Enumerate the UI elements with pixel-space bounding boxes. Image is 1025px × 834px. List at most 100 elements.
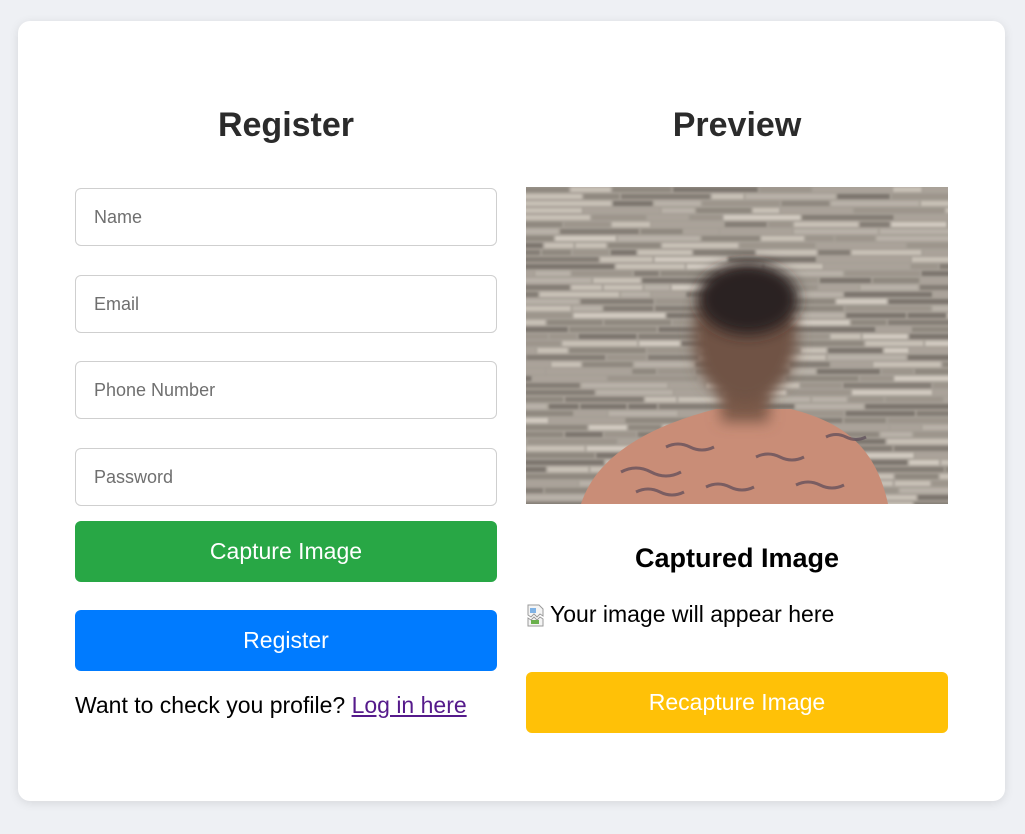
wall-stone [932, 306, 948, 311]
wall-stone [921, 201, 948, 206]
wall-stone [526, 425, 587, 430]
wall-stone [533, 376, 606, 381]
wall-stone [673, 187, 758, 192]
register-button[interactable]: Register [75, 610, 497, 671]
wall-stone [612, 187, 672, 192]
wall-stone [768, 222, 793, 227]
password-field[interactable] [75, 448, 497, 506]
wall-stone [945, 467, 948, 472]
wall-stone [547, 467, 589, 472]
wall-stone [824, 264, 910, 269]
wall-stone [894, 446, 948, 451]
wall-stone [933, 390, 948, 395]
wall-stone [526, 194, 582, 199]
wall-stone [526, 460, 604, 465]
wall-stone [526, 334, 548, 339]
wall-stone [570, 187, 611, 192]
wall-stone [526, 397, 564, 402]
wall-stone [819, 285, 859, 290]
email-field[interactable] [75, 275, 497, 333]
name-field[interactable] [75, 188, 497, 246]
wall-stone [539, 292, 619, 297]
wall-stone [816, 243, 905, 248]
wall-stone [544, 243, 574, 248]
wall-stone [632, 369, 656, 374]
wall-stone [845, 271, 920, 276]
wall-stone [526, 369, 545, 374]
wall-stone [617, 236, 700, 241]
wall-stone [657, 369, 694, 374]
capture-image-button[interactable]: Capture Image [75, 521, 497, 582]
captured-image-alt-text: Your image will appear here [550, 601, 835, 627]
wall-stone [712, 194, 744, 199]
wall-stone [581, 383, 668, 388]
wall-stone [689, 215, 722, 220]
wall-stone [526, 376, 532, 381]
wall-stone [535, 271, 571, 276]
wall-stone [638, 334, 699, 339]
wall-stone [526, 292, 538, 297]
wall-stone [674, 390, 722, 395]
broken-image-icon [526, 603, 548, 627]
wall-stone [526, 201, 612, 206]
wall-stone [836, 299, 887, 304]
wall-stone [818, 250, 850, 255]
wall-stone [526, 341, 561, 346]
wall-stone [526, 208, 582, 213]
wall-stone [845, 411, 915, 416]
wall-stone [885, 397, 943, 402]
wall-stone [912, 327, 948, 332]
wall-stone [569, 327, 657, 332]
wall-stone [526, 222, 563, 227]
wall-stone [860, 285, 918, 290]
wall-stone [526, 453, 595, 458]
wall-stone [835, 236, 875, 241]
wall-stone [526, 215, 591, 220]
wall-stone [604, 432, 636, 437]
wall-stone [801, 348, 827, 353]
wall-stone [910, 348, 948, 353]
wall-stone [887, 439, 948, 444]
wall-stone [899, 488, 948, 493]
wall-stone [564, 222, 610, 227]
wall-stone [893, 187, 922, 192]
wall-stone [580, 299, 654, 304]
register-card: Register Capture Image Register Want to … [18, 21, 1005, 801]
wall-stone [813, 187, 892, 192]
wall-stone [907, 243, 948, 248]
wall-stone [526, 257, 599, 262]
wall-stone [919, 285, 948, 290]
wall-stone [852, 390, 932, 395]
phone-number-field[interactable] [75, 361, 497, 419]
wall-stone [830, 334, 861, 339]
wall-stone [526, 348, 536, 353]
wall-stone [876, 236, 948, 241]
wall-stone [787, 390, 851, 395]
wall-stone [549, 334, 577, 339]
wall-stone [654, 201, 701, 206]
wall-stone [645, 397, 677, 402]
recapture-image-button[interactable]: Recapture Image [526, 672, 948, 733]
wall-stone [891, 194, 948, 199]
wall-stone [527, 439, 617, 444]
wall-stone [933, 383, 948, 388]
wall-stone [941, 460, 948, 465]
wall-stone [806, 236, 834, 241]
wall-stone [610, 250, 636, 255]
wall-stone [526, 404, 547, 409]
wall-stone [572, 306, 602, 311]
wall-stone [851, 320, 887, 325]
wall-stone [526, 446, 585, 451]
wall-stone [945, 208, 948, 213]
wall-stone [537, 348, 568, 353]
wall-stone [526, 502, 587, 504]
wall-stone [802, 215, 894, 220]
wall-stone [740, 243, 815, 248]
wall-stone [860, 376, 893, 381]
login-prompt-text: Want to check you profile? [75, 692, 346, 718]
wall-stone [693, 250, 755, 255]
wall-stone [939, 474, 948, 479]
wall-stone [909, 460, 940, 465]
login-link[interactable]: Log in here [352, 692, 467, 718]
wall-stone [752, 208, 780, 213]
